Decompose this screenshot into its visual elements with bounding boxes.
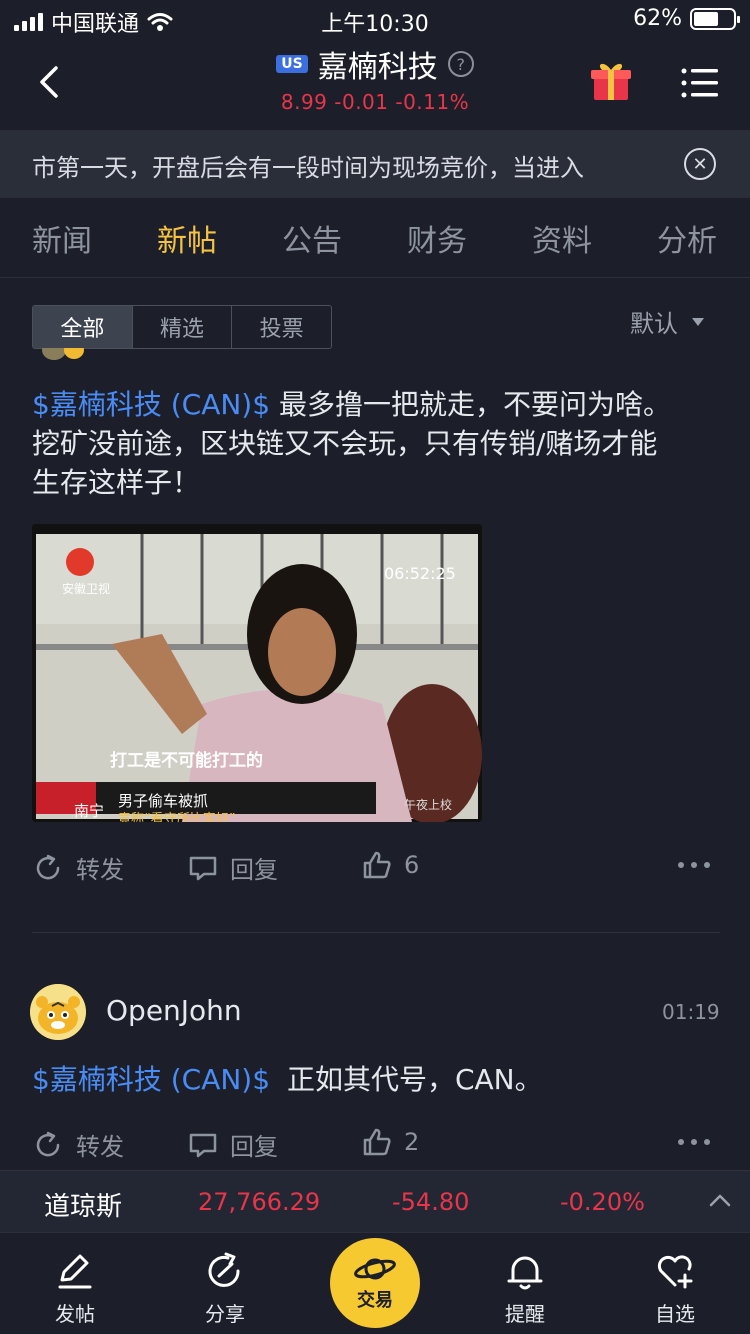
image-watermark: 午夜上校 xyxy=(404,798,453,812)
close-icon[interactable]: ✕ xyxy=(684,148,716,180)
tab-announcements[interactable]: 公告 xyxy=(282,216,342,260)
heart-plus-icon xyxy=(657,1255,693,1289)
battery-percent: 62% xyxy=(633,6,682,31)
nav-alert[interactable]: 提醒 xyxy=(480,1250,570,1327)
tab-news[interactable]: 新闻 xyxy=(32,216,92,260)
tab-analysis[interactable]: 分析 xyxy=(657,216,717,260)
post-time: 01:19 xyxy=(662,1000,720,1024)
menu-icon[interactable] xyxy=(680,66,720,100)
channel-logo: 安徽卫视 xyxy=(62,582,111,596)
reply-label: 回复 xyxy=(230,1133,278,1161)
tiger-avatar-icon xyxy=(30,984,86,1040)
tab-financials[interactable]: 财务 xyxy=(407,216,467,260)
nav-post-label: 发帖 xyxy=(55,1302,95,1326)
tab-bar xyxy=(0,198,750,278)
nav-share-label: 分享 xyxy=(205,1302,245,1326)
bell-icon xyxy=(507,1256,543,1290)
repost-button[interactable]: 转发 xyxy=(34,850,124,885)
share-icon xyxy=(208,1252,240,1287)
ticker-change: -54.80 xyxy=(392,1188,470,1216)
nav-post[interactable]: 发帖 xyxy=(30,1250,120,1327)
stock-tag-link[interactable]: $嘉楠科技 (CAN)$ xyxy=(32,1063,270,1096)
battery-icon xyxy=(690,7,740,30)
ticker-change-pct: -0.20% xyxy=(560,1188,645,1216)
price-change-pct: -0.11% xyxy=(395,90,470,114)
filter-poll[interactable]: 投票 xyxy=(232,306,331,348)
image-location: 南宁 xyxy=(74,802,105,820)
more-icon[interactable] xyxy=(678,1139,710,1145)
page-title[interactable]: 嘉楠科技 xyxy=(318,42,438,86)
chevron-up-icon[interactable] xyxy=(708,1192,732,1208)
filter-featured[interactable]: 精选 xyxy=(133,306,233,348)
help-icon[interactable]: ? xyxy=(447,51,474,77)
image-headline2: 竟称“看守所比家好” xyxy=(118,812,236,822)
nav-trade-label: 交易 xyxy=(357,1290,393,1311)
image-subtitle: 打工是不可能打工的 xyxy=(110,751,263,771)
post1-line1[interactable]: $嘉楠科技 (CAN)$ 最多撸一把就走，不要问为啥。 xyxy=(32,385,722,424)
thumbs-up-icon xyxy=(363,851,391,879)
comment-icon xyxy=(189,1133,217,1157)
repost-button[interactable]: 转发 xyxy=(34,1127,124,1162)
nav-watchlist-label: 自选 xyxy=(655,1302,695,1326)
thumbs-up-icon xyxy=(363,1128,391,1156)
stock-tag-link[interactable]: $嘉楠科技 (CAN)$ xyxy=(32,388,270,421)
market-badge: US xyxy=(276,55,308,73)
post2-text[interactable]: $嘉楠科技 (CAN)$ 正如其代号，CAN。 xyxy=(32,1060,722,1099)
title-row: US 嘉楠科技 ? xyxy=(0,42,750,86)
reply-label: 回复 xyxy=(230,856,278,884)
ticker-name: 道琼斯 xyxy=(44,1192,123,1222)
compose-icon xyxy=(58,1254,92,1289)
like-count: 2 xyxy=(404,1128,420,1156)
nav-watchlist[interactable]: 自选 xyxy=(630,1250,720,1327)
reply-button[interactable]: 回复 xyxy=(188,1127,278,1162)
chevron-down-icon xyxy=(692,317,704,326)
tab-new-posts[interactable]: 新帖 xyxy=(157,216,217,260)
comment-icon xyxy=(189,856,217,880)
price-change: -0.01 xyxy=(334,90,389,114)
avatar[interactable] xyxy=(30,984,86,1040)
nav-alert-label: 提醒 xyxy=(505,1302,545,1326)
like-button[interactable]: 2 xyxy=(362,1127,419,1157)
notice-text: 市第一天，开盘后会有一段时间为现场竞价，当进入 xyxy=(32,154,584,182)
nav-trade[interactable]: 交易 xyxy=(330,1238,420,1328)
gift-icon[interactable] xyxy=(588,58,634,104)
sort-label: 默认 xyxy=(630,310,678,338)
quote-row: 8.99 -0.01 -0.11% xyxy=(0,90,750,114)
post1-line3: 生存这样子！ xyxy=(32,466,201,499)
filter-all[interactable]: 全部 xyxy=(33,306,133,348)
post-image[interactable]: 安徽卫视 06:52:25 打工是不可能打工的 南宁 男子偷车被抓 竟称“看守所… xyxy=(32,524,482,822)
repost-icon xyxy=(36,854,60,879)
repost-label: 转发 xyxy=(76,1133,124,1161)
like-button[interactable]: 6 xyxy=(362,850,419,880)
like-count: 6 xyxy=(404,851,420,879)
status-right: 62% xyxy=(633,6,740,31)
price: 8.99 xyxy=(280,90,328,114)
planet-icon xyxy=(354,1258,396,1280)
nav-share[interactable]: 分享 xyxy=(180,1250,270,1327)
sort-dropdown[interactable]: 默认 xyxy=(630,304,704,339)
repost-icon xyxy=(36,1131,60,1156)
tab-profile[interactable]: 资料 xyxy=(532,216,592,260)
image-timestamp: 06:52:25 xyxy=(384,564,456,583)
username[interactable]: OpenJohn xyxy=(106,994,242,1027)
post1-line2: 挖矿没前途，区块链又不会玩，只有传销/赌场才能 xyxy=(32,427,658,460)
avatar-partial xyxy=(42,348,84,360)
more-icon[interactable] xyxy=(678,862,710,868)
ticker-value: 27,766.29 xyxy=(198,1188,321,1216)
filter-segment: 全部 精选 投票 xyxy=(32,305,332,349)
reply-button[interactable]: 回复 xyxy=(188,850,278,885)
post-divider xyxy=(32,932,720,933)
repost-label: 转发 xyxy=(76,856,124,884)
